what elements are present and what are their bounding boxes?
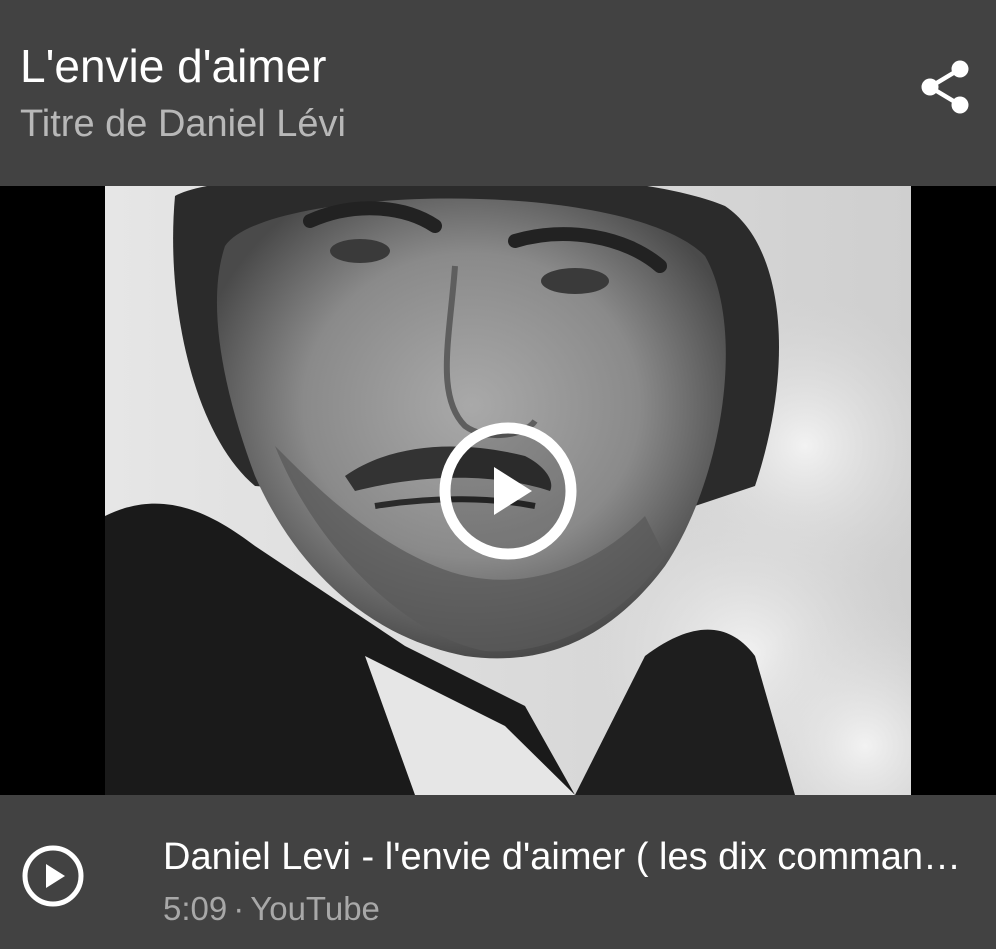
video-info-row[interactable]: Daniel Levi - l'envie d'aimer ( les dix …: [0, 795, 996, 949]
play-button[interactable]: [436, 419, 580, 563]
play-circle-icon: [22, 845, 84, 907]
song-title: L'envie d'aimer: [20, 40, 327, 92]
video-source: YouTube: [250, 890, 380, 927]
video-title-link[interactable]: Daniel Levi - l'envie d'aimer ( les dix …: [163, 833, 973, 881]
play-circle-icon: [439, 422, 577, 560]
share-button[interactable]: [914, 56, 976, 118]
video-duration: 5:09: [163, 890, 228, 927]
video-meta: 5:09 · YouTube: [163, 887, 380, 931]
song-subtitle: Titre de Daniel Lévi: [20, 103, 346, 145]
video-player[interactable]: [0, 186, 996, 795]
play-video-button[interactable]: [20, 843, 86, 909]
share-icon: [921, 60, 969, 114]
music-result-card: L'envie d'aimer Titre de Daniel Lévi Dan…: [0, 0, 996, 949]
meta-separator: ·: [233, 890, 245, 927]
card-header: L'envie d'aimer Titre de Daniel Lévi: [0, 0, 996, 186]
